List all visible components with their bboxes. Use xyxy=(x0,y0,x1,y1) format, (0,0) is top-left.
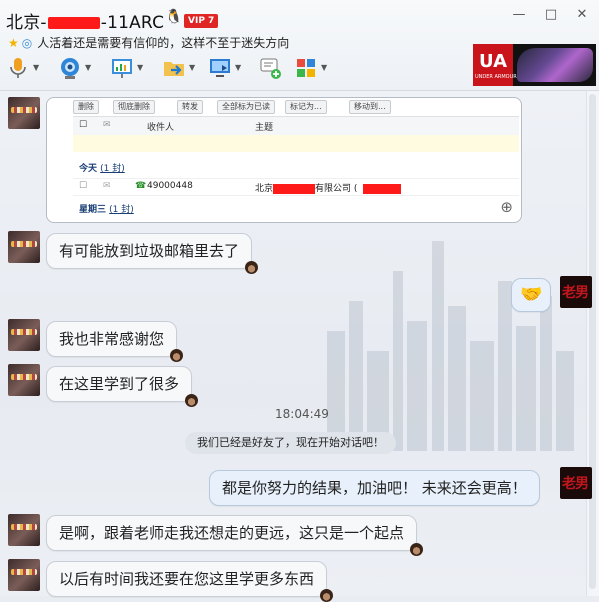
message-add-icon xyxy=(260,58,281,79)
close-button[interactable]: ✕ xyxy=(572,6,592,24)
group-wednesday: 星期三 (1 封) xyxy=(79,205,134,215)
email-list-header: ☐ ✉ 收件人 主题 xyxy=(73,116,519,136)
delete-button: 删除 xyxy=(73,100,99,114)
recipient-column: 收件人 xyxy=(147,123,175,133)
system-message: 我们已经是好友了，现在开始对话吧！ xyxy=(185,432,396,454)
shoe-image xyxy=(517,48,593,82)
group-today: 今天 (1 封) xyxy=(79,164,125,174)
move-to-button: 移动到... xyxy=(349,100,391,114)
email-subject: 北京 有限公司 ( xyxy=(255,181,402,194)
message-bubble-emoji[interactable]: 🤝 xyxy=(511,278,552,312)
chevron-down-icon[interactable]: ▼ xyxy=(321,63,327,72)
contact-avatar[interactable] xyxy=(8,319,40,351)
checkbox-icon: ☐ xyxy=(79,120,88,130)
email-sender: 49000448 xyxy=(147,181,193,191)
contact-avatar[interactable] xyxy=(8,231,40,263)
message-bubble[interactable]: 都是你努力的结果，加油吧！ 未来还会更高！ xyxy=(209,470,540,506)
contact-avatar[interactable] xyxy=(8,514,40,546)
chevron-down-icon[interactable]: ▼ xyxy=(85,63,91,72)
vip-badge: VIP 7 xyxy=(184,14,219,28)
subject-column: 主题 xyxy=(255,123,274,133)
chat-scrollbar[interactable] xyxy=(586,91,599,596)
redacted-text xyxy=(273,183,316,194)
title-bar: 北京- -11ARC 🐧 VIP 7 ★ ◎ 人活着还是需要有信仰的，这样不至于迷失方… xyxy=(0,0,599,91)
email-row: ☐ ✉ ☎ 49000448 北京 有限公司 ( xyxy=(73,178,519,196)
message-bubble[interactable]: 以后有时间我还要在您这里学更多东西 xyxy=(46,561,334,602)
contact-avatar[interactable] xyxy=(8,559,40,591)
webcam-icon xyxy=(61,58,79,79)
maximize-button[interactable]: □ xyxy=(541,6,561,24)
contact-avatar[interactable] xyxy=(8,364,40,396)
message-bubble[interactable]: 有可能放到垃圾邮箱里去了 xyxy=(46,233,259,274)
bubble-face-icon xyxy=(185,394,199,407)
redacted-name xyxy=(47,17,100,29)
scrollbar-thumb[interactable] xyxy=(589,94,596,589)
folder-arrow-icon xyxy=(164,62,184,76)
skyline-background xyxy=(327,241,574,451)
advertisement-banner[interactable]: UA UNDER ARMOUR xyxy=(473,44,596,86)
checkbox-icon: ☐ xyxy=(79,181,88,191)
my-avatar[interactable]: 老男 xyxy=(560,276,592,308)
forward-button: 转发 xyxy=(177,100,203,114)
envelope-icon: ✉ xyxy=(103,181,111,191)
contact-icon: ☎ xyxy=(135,181,147,191)
presentation-icon xyxy=(112,59,132,78)
mark-all-read-button: 全部标为已读 xyxy=(217,100,275,114)
signature-line: ★ ◎ 人活着还是需要有信仰的，这样不至于迷失方向 xyxy=(8,34,289,51)
bubble-face-icon xyxy=(245,261,259,274)
window-title: 北京- -11ARC xyxy=(6,13,165,33)
signature-icon: ◎ xyxy=(21,36,33,50)
zoom-icon[interactable]: ⊕ xyxy=(500,198,513,216)
monitor-icon xyxy=(210,59,230,77)
contact-avatar[interactable] xyxy=(8,97,40,129)
message-bubble[interactable]: 在这里学到了很多 xyxy=(46,366,199,407)
email-screenshot-image[interactable]: 删除 彻底删除 转发 全部标为已读 标记为... 移动到... ☐ ✉ 收件人 … xyxy=(46,97,522,223)
redacted-text xyxy=(363,183,402,194)
message-bubble[interactable]: 我也非常感谢您 xyxy=(46,321,184,362)
apps-grid-icon xyxy=(297,59,315,77)
chevron-down-icon[interactable]: ▼ xyxy=(33,63,39,72)
bubble-face-icon xyxy=(170,349,184,362)
minimize-button[interactable]: — xyxy=(509,6,529,24)
message-timestamp: 18:04:49 xyxy=(275,407,329,421)
highlight-row xyxy=(73,135,519,152)
mark-as-button: 标记为... xyxy=(285,100,327,114)
star-icon: ★ xyxy=(8,36,19,50)
permanent-delete-button: 彻底删除 xyxy=(113,100,155,114)
bubble-face-icon xyxy=(410,543,424,556)
chevron-down-icon[interactable]: ▼ xyxy=(137,63,143,72)
handshake-emoji-icon: 🤝 xyxy=(520,284,543,305)
signature-text: 人活着还是需要有信仰的，这样不至于迷失方向 xyxy=(37,36,290,50)
envelope-icon: ✉ xyxy=(103,120,111,130)
qq-crown-icon: 🐧 xyxy=(165,9,183,25)
my-avatar[interactable]: 老男 xyxy=(560,467,592,499)
chevron-down-icon[interactable]: ▼ xyxy=(235,63,241,72)
ad-brand-text: UNDER ARMOUR xyxy=(475,74,517,80)
microphone-icon xyxy=(10,58,26,78)
chevron-down-icon[interactable]: ▼ xyxy=(189,63,195,72)
message-bubble[interactable]: 是啊，跟着老师走我还想走的更远，这只是一个起点 xyxy=(46,515,424,556)
